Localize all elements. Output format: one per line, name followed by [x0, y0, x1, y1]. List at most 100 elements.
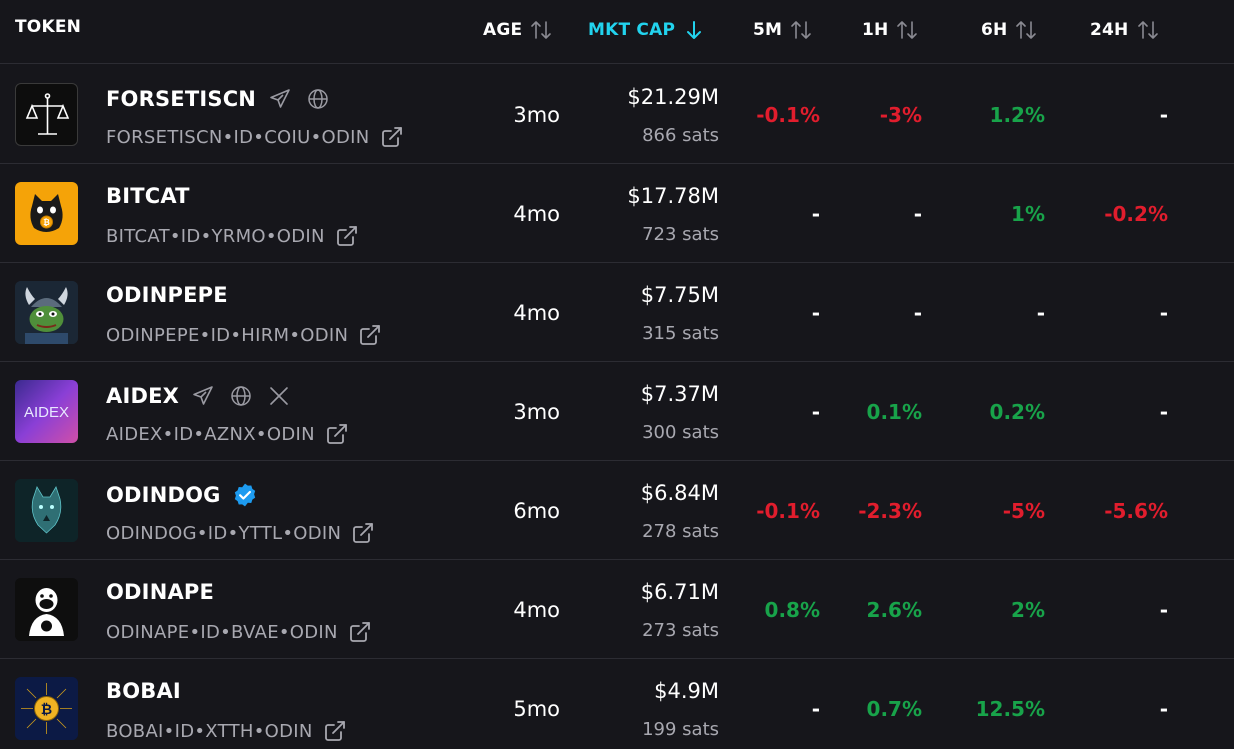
- external-link-icon[interactable]: [346, 618, 374, 646]
- scales-of-justice-icon: [25, 93, 70, 135]
- column-header-mktcap[interactable]: MKT CAP: [588, 17, 707, 43]
- external-link-icon[interactable]: [321, 717, 349, 745]
- token-name[interactable]: ODINAPE: [106, 580, 214, 604]
- sort-icon[interactable]: [1135, 17, 1161, 43]
- token-name[interactable]: ODINPEPE: [106, 283, 228, 307]
- change-1h: -3%: [879, 103, 922, 127]
- token-id-line: ODINAPE•ID•BVAE•ODIN: [106, 618, 374, 646]
- column-header-age-label: AGE: [483, 20, 523, 40]
- table-row[interactable]: FORSETISCN FORSETISCN•ID•COIU•ODIN 3mo $…: [0, 65, 1234, 164]
- token-mktcap: $4.9M: [654, 679, 719, 703]
- token-age: 3mo: [513, 400, 560, 424]
- svg-text:₿: ₿: [41, 701, 52, 717]
- token-id: ODINPEPE•ID•HIRM•ODIN: [106, 324, 349, 346]
- x-icon[interactable]: [265, 382, 293, 410]
- token-mktcap: $6.84M: [640, 481, 719, 505]
- table-row[interactable]: ODINDOG ODINDOG•ID•YTTL•ODIN 6mo $6.84M …: [0, 461, 1234, 560]
- token-name[interactable]: ODINDOG: [106, 483, 221, 507]
- token-id-line: ODINPEPE•ID•HIRM•ODIN: [106, 321, 384, 349]
- token-name-line: ODINDOG: [106, 481, 259, 509]
- change-5m: -0.1%: [756, 103, 820, 127]
- token-id-line: AIDEX•ID•AZNX•ODIN: [106, 420, 351, 448]
- change-6h: 1.2%: [989, 103, 1045, 127]
- sort-desc-icon[interactable]: [681, 17, 707, 43]
- svg-text:₿: ₿: [43, 218, 50, 227]
- telegram-icon[interactable]: [266, 85, 294, 113]
- token-name[interactable]: BITCAT: [106, 184, 190, 208]
- change-1h: -: [913, 301, 922, 325]
- external-link-icon[interactable]: [378, 123, 406, 151]
- column-header-token-label: TOKEN: [15, 17, 82, 37]
- token-price-sats: 315 sats: [642, 323, 719, 344]
- change-24h: -: [1159, 697, 1168, 721]
- column-header-24h[interactable]: 24H: [1090, 17, 1161, 43]
- sort-icon[interactable]: [894, 17, 920, 43]
- column-header-1h-label: 1H: [862, 20, 889, 40]
- column-header-age[interactable]: AGE: [483, 17, 554, 43]
- globe-icon[interactable]: [227, 382, 255, 410]
- token-mktcap: $17.78M: [627, 184, 719, 208]
- change-6h: 2%: [1011, 598, 1045, 622]
- column-header-token: TOKEN: [15, 17, 81, 37]
- token-age: 3mo: [513, 103, 560, 127]
- change-5m: -: [811, 301, 820, 325]
- token-name-line: ODINPEPE: [106, 283, 228, 307]
- column-header-1h[interactable]: 1H: [862, 17, 920, 43]
- change-6h: 1%: [1011, 202, 1045, 226]
- token-avatar: [15, 578, 78, 641]
- column-header-6h[interactable]: 6H: [981, 17, 1039, 43]
- token-price-sats: 278 sats: [642, 521, 719, 542]
- column-header-5m[interactable]: 5M: [753, 17, 814, 43]
- globe-icon[interactable]: [304, 85, 332, 113]
- telegram-icon[interactable]: [189, 382, 217, 410]
- change-24h: -: [1159, 598, 1168, 622]
- token-id: FORSETISCN•ID•COIU•ODIN: [106, 126, 370, 148]
- external-link-icon[interactable]: [349, 519, 377, 547]
- token-age: 6mo: [513, 499, 560, 523]
- change-24h: -: [1159, 103, 1168, 127]
- token-age: 4mo: [513, 301, 560, 325]
- token-name[interactable]: FORSETISCN: [106, 87, 256, 111]
- change-5m: -: [811, 697, 820, 721]
- aidex-logo: AIDEX: [24, 404, 69, 421]
- table-row[interactable]: ODINPEPE ODINPEPE•ID•HIRM•ODIN 4mo $7.75…: [0, 263, 1234, 362]
- external-link-icon[interactable]: [333, 222, 361, 250]
- token-id: BOBAI•ID•XTTH•ODIN: [106, 720, 313, 742]
- token-mktcap: $21.29M: [627, 85, 719, 109]
- token-avatar: ₿: [15, 677, 78, 740]
- column-header-5m-label: 5M: [753, 20, 783, 40]
- external-link-icon[interactable]: [356, 321, 384, 349]
- table-row[interactable]: ₿ BITCAT BITCAT•ID•YRMO•ODIN 4mo $17.78M…: [0, 164, 1234, 263]
- column-header-mktcap-label: MKT CAP: [588, 20, 676, 40]
- verified-badge-icon: [231, 481, 259, 509]
- table-row[interactable]: ODINAPE ODINAPE•ID•BVAE•ODIN 4mo $6.71M …: [0, 560, 1234, 659]
- change-6h: -5%: [1002, 499, 1045, 523]
- change-5m: -: [811, 202, 820, 226]
- external-link-icon[interactable]: [323, 420, 351, 448]
- token-avatar: ₿: [15, 182, 78, 245]
- token-name[interactable]: BOBAI: [106, 679, 181, 703]
- bitcoin-circuit-icon: ₿: [15, 677, 78, 740]
- token-age: 4mo: [513, 202, 560, 226]
- sort-icon[interactable]: [528, 17, 554, 43]
- token-price-sats: 723 sats: [642, 224, 719, 245]
- table-row[interactable]: ₿ BOBAI BOBAI•ID•XTTH•ODIN 5mo $4.9M 199…: [0, 659, 1234, 749]
- change-5m: 0.8%: [764, 598, 820, 622]
- token-name-line: FORSETISCN: [106, 85, 332, 113]
- sort-icon[interactable]: [1013, 17, 1039, 43]
- ape-icon: [15, 578, 78, 641]
- token-name-line: AIDEX: [106, 382, 293, 410]
- table-row[interactable]: AIDEX AIDEX AIDEX•ID•AZNX•ODIN 3mo $7.37…: [0, 362, 1234, 461]
- token-avatar: [15, 281, 78, 344]
- token-mktcap: $6.71M: [640, 580, 719, 604]
- token-id: BITCAT•ID•YRMO•ODIN: [106, 225, 325, 247]
- token-name[interactable]: AIDEX: [106, 384, 179, 408]
- change-24h: -5.6%: [1104, 499, 1168, 523]
- token-age: 5mo: [513, 697, 560, 721]
- table-header: TOKEN AGE MKT CAP 5M 1H 6H 24H: [0, 0, 1234, 64]
- column-header-24h-label: 24H: [1090, 20, 1129, 40]
- token-id: ODINDOG•ID•YTTL•ODIN: [106, 522, 342, 544]
- sort-icon[interactable]: [788, 17, 814, 43]
- token-name-line: ODINAPE: [106, 580, 214, 604]
- cat-coin-icon: ₿: [30, 194, 63, 232]
